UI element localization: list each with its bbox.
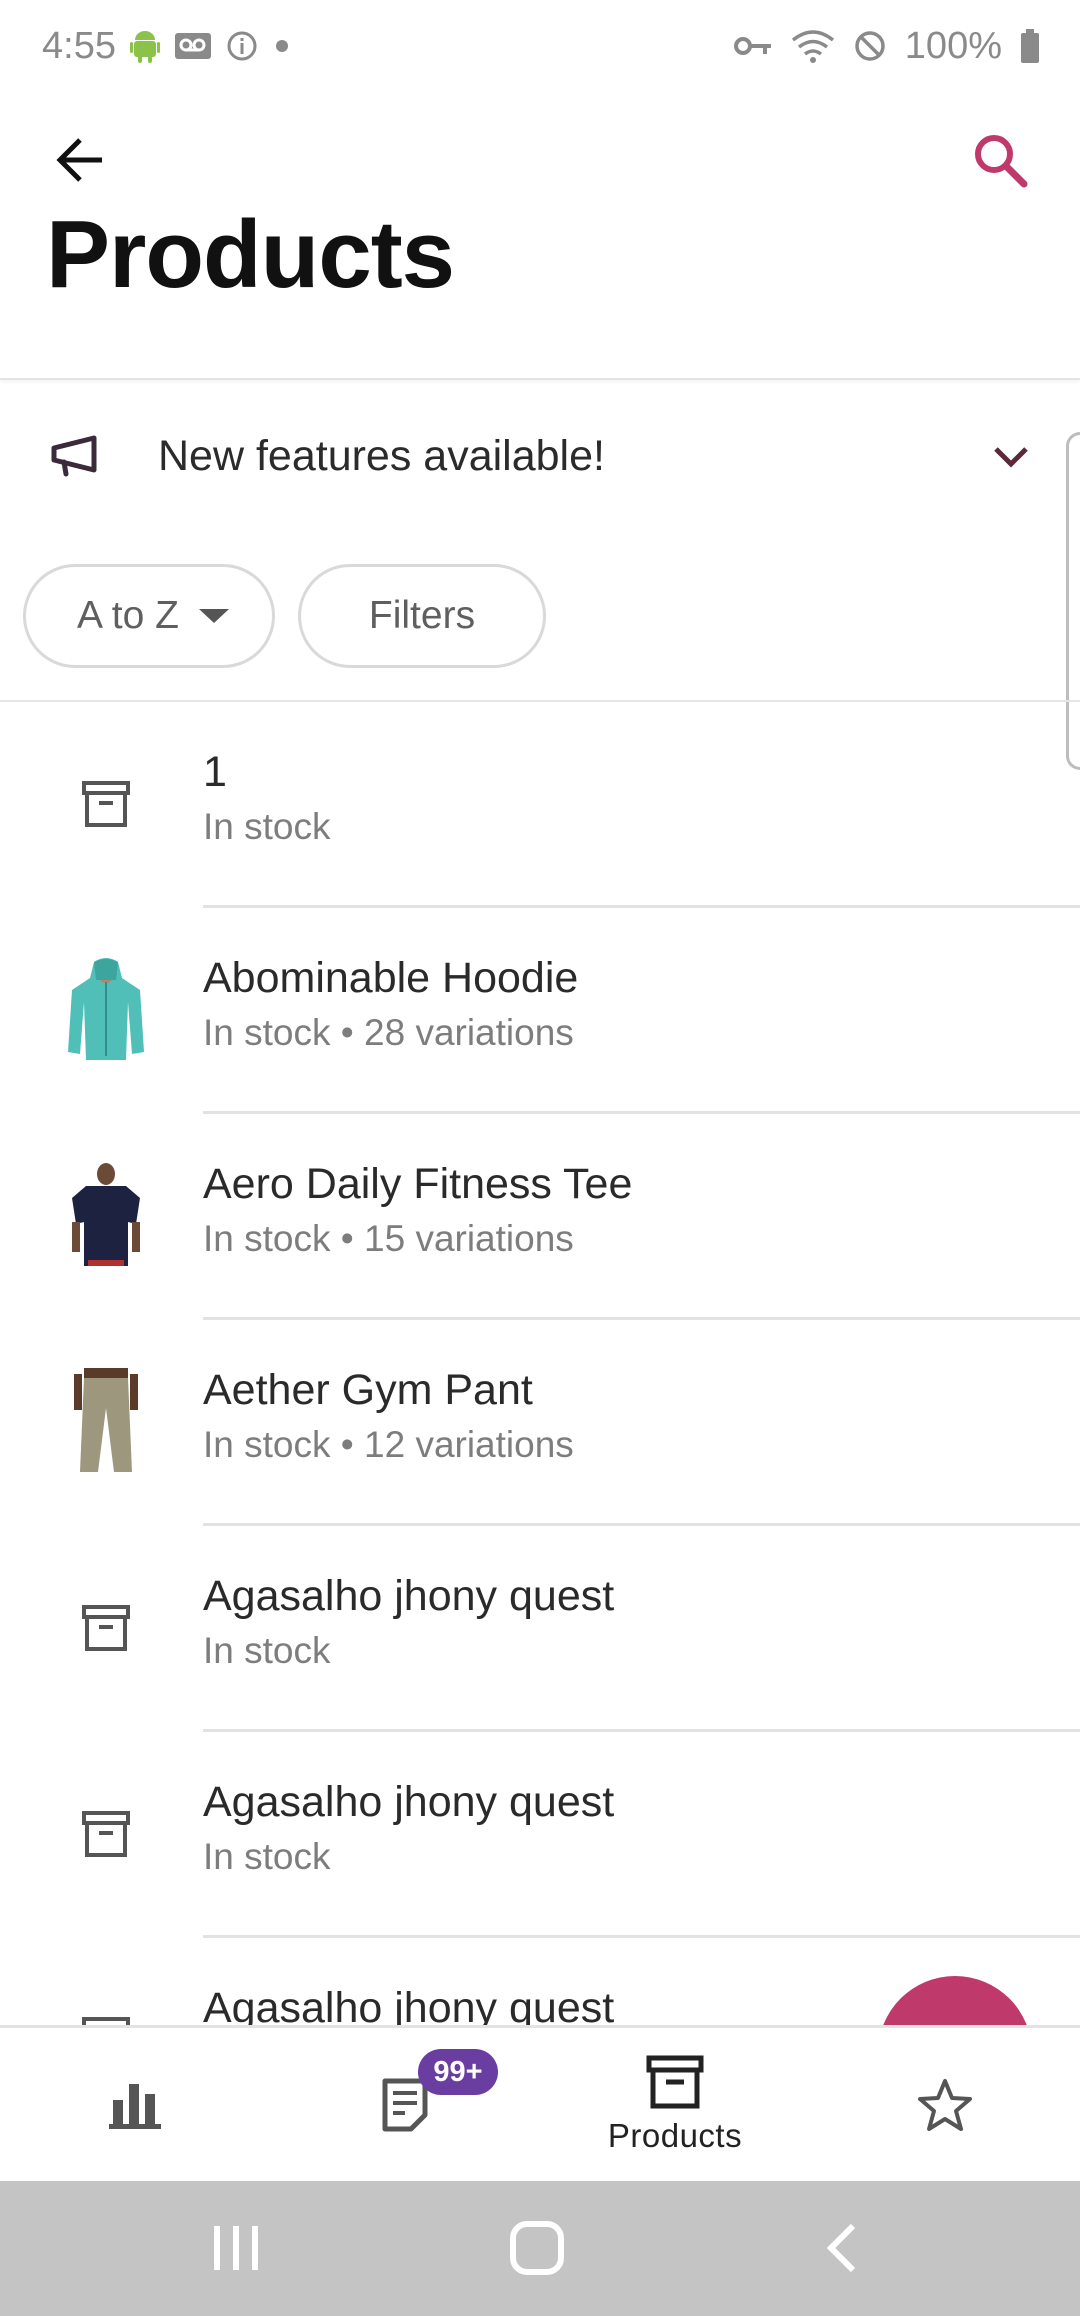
dot-icon bbox=[272, 36, 292, 56]
list-item[interactable]: Aether Gym Pant In stock • 12 variations bbox=[0, 1320, 1080, 1526]
home-icon bbox=[510, 2221, 564, 2275]
sort-chip-label: A to Z bbox=[77, 594, 179, 637]
product-subtitle: In stock bbox=[203, 1836, 331, 1877]
battery-icon bbox=[1020, 29, 1040, 63]
info-icon bbox=[226, 30, 258, 62]
chevron-down-icon[interactable] bbox=[976, 422, 1046, 492]
sort-filter-bar: A to Z Filters bbox=[0, 560, 1080, 702]
archive-icon bbox=[56, 1574, 156, 1682]
search-button[interactable] bbox=[960, 120, 1040, 200]
search-icon bbox=[975, 135, 1028, 188]
filters-chip-label: Filters bbox=[368, 594, 476, 637]
nav-item-products[interactable]: Products bbox=[540, 2028, 810, 2181]
archive-icon bbox=[646, 2055, 704, 2108]
megaphone-icon bbox=[50, 434, 100, 483]
bar-chart-icon bbox=[109, 2083, 161, 2129]
product-subtitle: In stock • 15 variations bbox=[203, 1218, 574, 1259]
list-item[interactable]: Agasalho jhony quest In stock bbox=[0, 1526, 1080, 1732]
product-title: Agasalho jhony quest bbox=[203, 1572, 615, 1620]
filters-chip[interactable]: Filters bbox=[298, 564, 546, 668]
list-item[interactable]: 1 In stock bbox=[0, 702, 1080, 908]
arrow-back-icon bbox=[56, 138, 102, 182]
orders-badge: 99+ bbox=[418, 2049, 498, 2095]
product-title: Agasalho jhony quest bbox=[203, 1778, 615, 1826]
nav-item-more[interactable] bbox=[810, 2028, 1080, 2181]
product-title: 1 bbox=[203, 748, 227, 796]
sort-chip[interactable]: A to Z bbox=[23, 564, 275, 668]
nav-label-products: Products bbox=[607, 2116, 743, 2154]
back-button[interactable] bbox=[40, 120, 120, 200]
caret-down-icon bbox=[198, 609, 229, 623]
product-subtitle: In stock bbox=[203, 1630, 331, 1671]
star-icon bbox=[918, 2078, 972, 2131]
recent-apps-button[interactable] bbox=[191, 2213, 281, 2283]
app-header: Products bbox=[0, 92, 1080, 380]
product-title: Aether Gym Pant bbox=[203, 1366, 533, 1414]
archive-icon bbox=[56, 750, 156, 858]
product-subtitle: In stock • 28 variations bbox=[203, 1012, 574, 1053]
chevron-left-icon bbox=[826, 2223, 856, 2273]
product-title: Abominable Hoodie bbox=[203, 954, 579, 1002]
system-nav-bar bbox=[0, 2181, 1080, 2316]
tee-image bbox=[56, 1162, 156, 1270]
bottom-nav: 99+ Products bbox=[0, 2025, 1080, 2181]
hoodie-image bbox=[56, 956, 156, 1064]
page-title: Products bbox=[46, 201, 455, 308]
status-time: 4:55 bbox=[42, 24, 116, 67]
product-subtitle: In stock • 12 variations bbox=[203, 1424, 574, 1465]
voicemail-icon bbox=[174, 32, 212, 60]
product-list: 1 In stock Abominable Hoodie In stock • … bbox=[0, 702, 1080, 2026]
vpn-key-icon bbox=[733, 34, 773, 58]
product-title: Agasalho jhony quest bbox=[203, 1984, 615, 2026]
list-item[interactable]: Abominable Hoodie In stock • 28 variatio… bbox=[0, 908, 1080, 1114]
product-title: Aero Daily Fitness Tee bbox=[203, 1160, 633, 1208]
android-icon bbox=[129, 29, 160, 63]
product-subtitle: In stock bbox=[203, 806, 331, 847]
do-not-disturb-icon bbox=[853, 29, 887, 63]
status-right: 100% bbox=[733, 25, 1040, 68]
nav-item-orders[interactable]: 99+ bbox=[270, 2028, 540, 2181]
feature-banner[interactable]: New features available! bbox=[0, 382, 1068, 538]
battery-percent: 100% bbox=[904, 24, 1002, 67]
banner-text: New features available! bbox=[158, 432, 605, 480]
archive-icon bbox=[56, 1986, 156, 2026]
list-item[interactable]: Agasalho jhony quest In stock bbox=[0, 1732, 1080, 1938]
system-back-button[interactable] bbox=[796, 2213, 886, 2283]
recent-apps-icon bbox=[214, 2226, 258, 2270]
status-left: 4:55 bbox=[42, 25, 292, 68]
wifi-icon bbox=[791, 28, 835, 64]
pant-image bbox=[56, 1368, 156, 1476]
home-button[interactable] bbox=[492, 2213, 582, 2283]
list-item[interactable]: Aero Daily Fitness Tee In stock • 15 var… bbox=[0, 1114, 1080, 1320]
nav-item-stats[interactable] bbox=[0, 2028, 270, 2181]
status-bar: 4:55 100% bbox=[0, 0, 1080, 92]
archive-icon bbox=[56, 1780, 156, 1888]
